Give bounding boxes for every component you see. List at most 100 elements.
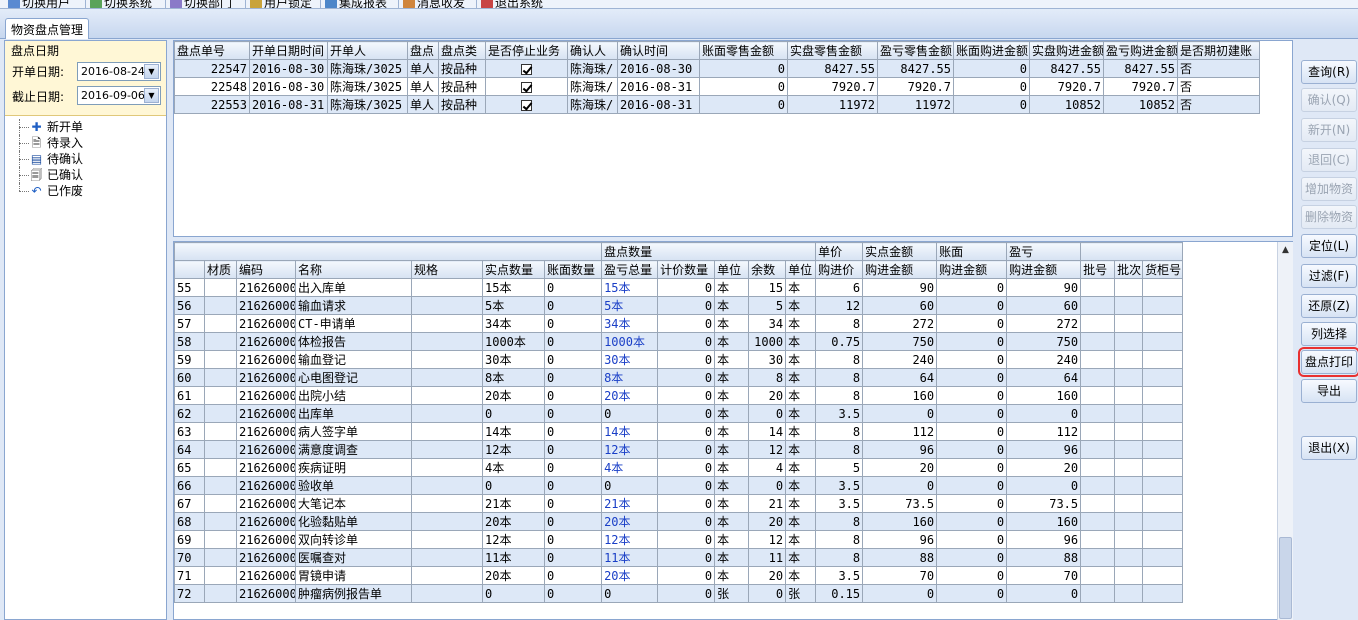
- toolbar-item-2[interactable]: 切换部门: [170, 0, 232, 8]
- items-table-row[interactable]: 66 21626000 验收单 0 0 0 0 本 0 本 3.5 0 0 0: [174, 476, 1184, 495]
- items-table-row[interactable]: 67 21626000 大笔记本 21本 0 21本 0 本 21 本 3.5 73.5 0 73.5: [174, 494, 1184, 513]
- toolbar-item-1[interactable]: 切换系统: [90, 0, 152, 8]
- items-column-header[interactable]: 货柜号: [1142, 260, 1184, 279]
- items-column-header[interactable]: 计价数量: [657, 260, 716, 279]
- start-date-field[interactable]: 2016-08-24 ▼: [77, 62, 161, 81]
- toolbar-item-4[interactable]: 集成报表: [325, 0, 387, 8]
- items-column-header[interactable]: 材质: [204, 260, 237, 279]
- items-table-row[interactable]: 63 21626000 病人签字单 14本 0 14本 0 本 14 本 8 112 0 112: [174, 422, 1184, 441]
- tree-item-3[interactable]: 🗐 已确认: [15, 167, 165, 183]
- items-cell-code: 21626000: [236, 494, 296, 513]
- items-table-row[interactable]: 69 21626000 双向转诊单 12本 0 12本 0 本 12 本 8 96 0 96: [174, 530, 1184, 549]
- toolbar-item-5[interactable]: 消息收发: [403, 0, 465, 8]
- orders-column-header[interactable]: 账面购进金额: [953, 41, 1030, 60]
- items-column-header[interactable]: 单位: [714, 260, 750, 279]
- items-table-row[interactable]: 62 21626000 出库单 0 0 0 0 本 0 本 3.5 0 0 0: [174, 404, 1184, 423]
- orders-column-header[interactable]: 确认人: [567, 41, 618, 60]
- items-column-header[interactable]: 实点数量: [482, 260, 545, 279]
- action-button-11[interactable]: 导出: [1301, 379, 1357, 403]
- items-column-header[interactable]: 编码: [236, 260, 296, 279]
- items-table-row[interactable]: 70 21626000 医嘱查对 11本 0 11本 0 本 11 本 8 88 0 88: [174, 548, 1184, 567]
- orders-column-header[interactable]: 实盘购进金额: [1029, 41, 1104, 60]
- orders-column-header[interactable]: 是否停止业务: [485, 41, 568, 60]
- items-column-header[interactable]: 单位: [785, 260, 817, 279]
- items-column-header[interactable]: 余数: [748, 260, 787, 279]
- orders-column-header[interactable]: 账面零售金额: [699, 41, 788, 60]
- action-button-5[interactable]: 删除物资: [1301, 205, 1357, 229]
- orders-cell-stopped[interactable]: [485, 77, 568, 96]
- orders-column-header[interactable]: 开单人: [327, 41, 408, 60]
- items-cell-name: 验收单: [295, 476, 412, 495]
- end-date-field[interactable]: 2016-09-06 ▼: [77, 86, 161, 105]
- orders-table-row[interactable]: 22547 2016-08-30 陈海珠/3025 单人 按品种 陈海珠/2016-08-…: [174, 59, 1260, 78]
- scroll-up-icon[interactable]: ▲: [1278, 242, 1293, 258]
- orders-column-header[interactable]: 确认时间: [617, 41, 700, 60]
- items-table-row[interactable]: 58 21626000 体检报告 1000本 0 1000本 0 本 1000 本 0.75 750 0…: [174, 332, 1184, 351]
- toolbar-item-3[interactable]: 用户锁定: [250, 0, 312, 8]
- action-button-0[interactable]: 查询(R): [1301, 60, 1357, 84]
- items-table-row[interactable]: 59 21626000 输血登记 30本 0 30本 0 本 30 本 8 240 0 240: [174, 350, 1184, 369]
- tab-inventory-management[interactable]: 物资盘点管理: [5, 18, 90, 39]
- items-column-header[interactable]: 购进金额: [936, 260, 1008, 279]
- items-table-row[interactable]: 72 21626000 肿瘤病例报告单 0 0 0 0 张 0 张 0.15 0 0 0: [174, 584, 1184, 603]
- items-table-row[interactable]: 65 21626000 疾病证明 4本 0 4本 0 本 4 本 5 20 0 20: [174, 458, 1184, 477]
- dropdown-arrow-icon[interactable]: ▼: [144, 64, 159, 79]
- items-table-row[interactable]: 60 21626000 心电图登记 8本 0 8本 0 本 8 本 8 64 0 64: [174, 368, 1184, 387]
- action-button-2[interactable]: 新开(N): [1301, 118, 1357, 142]
- checkbox-checked-icon[interactable]: [521, 99, 532, 111]
- action-button-12[interactable]: 退出(X): [1301, 436, 1357, 460]
- orders-cell-confirm_time: 2016-08-30: [617, 59, 700, 78]
- action-button-6[interactable]: 定位(L): [1301, 234, 1357, 258]
- scroll-thumb[interactable]: [1279, 537, 1292, 619]
- items-table-row[interactable]: 68 21626000 化验黏贴单 20本 0 20本 0 本 20 本 8 160 0 160: [174, 512, 1184, 531]
- items-column-header[interactable]: 购进金额: [1006, 260, 1082, 279]
- orders-column-header[interactable]: 盘点: [407, 41, 439, 60]
- items-cell-diff_amt: 0: [1006, 476, 1082, 495]
- checkbox-checked-icon[interactable]: [521, 63, 532, 75]
- items-column-header[interactable]: 规格: [411, 260, 483, 279]
- inventory-print-button[interactable]: 盘点打印: [1298, 347, 1358, 377]
- items-table-row[interactable]: 64 21626000 满意度调查 12本 0 12本 0 本 12 本 8 96 0 96: [174, 440, 1184, 459]
- tree-item-2[interactable]: ▤ 待确认: [15, 151, 165, 167]
- dropdown-arrow-icon[interactable]: ▼: [144, 88, 159, 103]
- orders-table-row[interactable]: 22548 2016-08-30 陈海珠/3025 单人 按品种 陈海珠/2016-08-…: [174, 77, 1260, 96]
- items-column-header[interactable]: 批次: [1114, 260, 1144, 279]
- checkbox-checked-icon[interactable]: [521, 81, 532, 93]
- items-table-row[interactable]: 57 21626000 CT-申请单 34本 0 34本 0 本 34 本 8 272 0 272: [174, 314, 1184, 333]
- tree-item-0[interactable]: ✚ 新开单: [15, 119, 165, 135]
- items-column-header[interactable]: 盈亏总量: [601, 260, 659, 279]
- items-table-row[interactable]: 71 21626000 胃镜申请 20本 0 20本 0 本 20 本 3.5 70 0 70: [174, 566, 1184, 585]
- items-table-row[interactable]: 55 21626000 出入库单 15本 0 15本 0 本 15 本 6 90 0 90: [174, 278, 1184, 297]
- orders-column-header[interactable]: 盘点类: [438, 41, 486, 60]
- items-column-header[interactable]: 账面数量: [543, 260, 603, 279]
- orders-cell-stopped[interactable]: [485, 59, 568, 78]
- toolbar-item-0[interactable]: 切换用户: [8, 0, 70, 8]
- items-cell-code: 21626000: [236, 278, 296, 297]
- action-button-4[interactable]: 增加物资: [1301, 177, 1357, 201]
- items-table-row[interactable]: 61 21626000 出院小结 20本 0 20本 0 本 20 本 8 160 0 160: [174, 386, 1184, 405]
- items-column-header[interactable]: 名称: [295, 260, 412, 279]
- action-button-8[interactable]: 还原(Z): [1301, 294, 1357, 318]
- action-button-7[interactable]: 过滤(F): [1301, 264, 1357, 288]
- tree-item-4[interactable]: ↶ 已作废: [15, 183, 165, 199]
- orders-column-header[interactable]: 盘点单号: [174, 41, 250, 60]
- action-button-3[interactable]: 退回(C): [1301, 148, 1357, 172]
- action-button-9[interactable]: 列选择: [1301, 322, 1357, 346]
- action-button-1[interactable]: 确认(Q): [1301, 88, 1357, 112]
- orders-column-header[interactable]: 是否期初建账: [1177, 41, 1260, 60]
- orders-column-header[interactable]: 盈亏购进金额: [1103, 41, 1178, 60]
- items-cell-n: 63: [174, 422, 205, 441]
- items-column-header[interactable]: 批号: [1080, 260, 1116, 279]
- orders-cell-stopped[interactable]: [485, 95, 568, 114]
- orders-column-header[interactable]: 实盘零售金额: [787, 41, 878, 60]
- items-column-header[interactable]: 购进价: [815, 260, 864, 279]
- toolbar-item-6[interactable]: 退出系统: [481, 0, 543, 8]
- items-table-row[interactable]: 56 21626000 输血请求 5本 0 5本 0 本 5 本 12 60 0 60: [174, 296, 1184, 315]
- items-column-header[interactable]: 购进金额: [862, 260, 938, 279]
- orders-table-row[interactable]: 22553 2016-08-31 陈海珠/3025 单人 按品种 陈海珠/2016-08-…: [174, 95, 1260, 114]
- items-vertical-scrollbar[interactable]: ▲: [1277, 242, 1293, 620]
- items-cell-code: 21626000: [236, 386, 296, 405]
- tree-item-1[interactable]: 🗎 待录入: [15, 135, 165, 151]
- orders-column-header[interactable]: 盈亏零售金额: [877, 41, 954, 60]
- orders-column-header[interactable]: 开单日期时间: [249, 41, 328, 60]
